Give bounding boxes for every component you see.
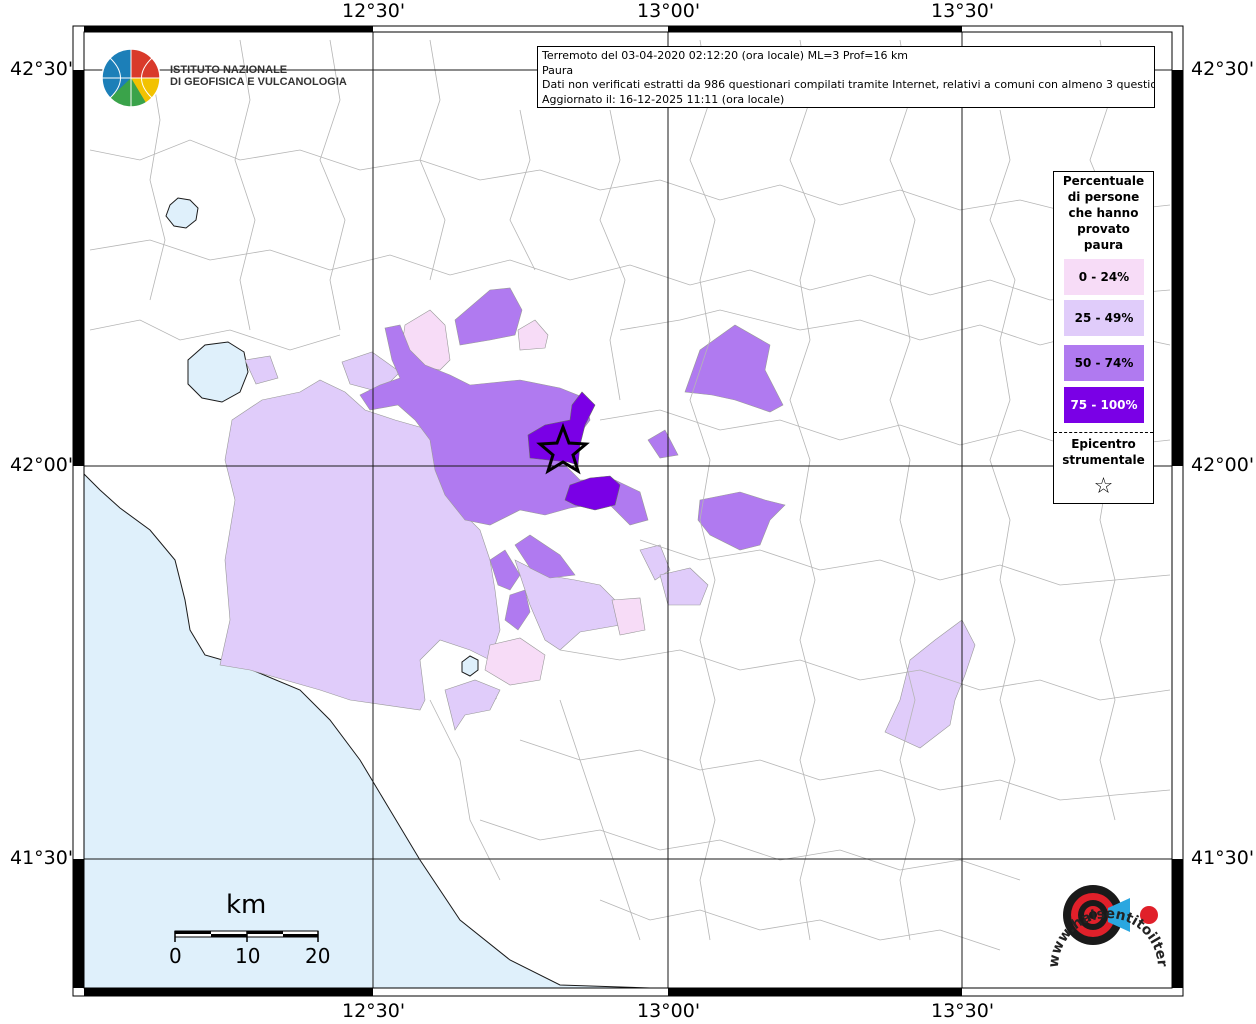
scale-label-0: 0 <box>169 944 182 968</box>
scale-unit: km <box>226 890 267 920</box>
haisentito-logo-label: www.haisentitoilterremoto.it <box>1040 868 1170 969</box>
tick-bottom-1230: 12°30' <box>342 1000 406 1022</box>
event-info-box: Terremoto del 03-04-2020 02:12:20 (ora l… <box>537 46 1155 108</box>
haisentito-logo-text: www.haisentitoilterremoto.it <box>1040 868 1170 969</box>
svg-text:www.haisentitoilterremoto.it: www.haisentitoilterremoto.it <box>1040 868 1170 969</box>
tick-right-4130: 41°30' <box>1191 847 1255 869</box>
tick-right-4230: 42°30' <box>1191 58 1255 80</box>
legend-star-icon: ☆ <box>1093 474 1114 499</box>
legend-divider <box>1054 432 1153 433</box>
tick-left-4230: 42°30' <box>10 58 74 80</box>
tick-top-1330: 13°30' <box>931 0 995 22</box>
scale-label-10: 10 <box>235 944 261 968</box>
legend-title: Percentuale di persone che hanno provato… <box>1062 174 1145 252</box>
tick-top-1230: 12°30' <box>342 0 406 22</box>
event-info-parameter: Paura <box>542 63 574 77</box>
legend-swatch-75-100: 75 - 100% <box>1064 387 1144 423</box>
tick-left-4130: 41°30' <box>10 847 74 869</box>
event-info-line: Terremoto del 03-04-2020 02:12:20 (ora l… <box>542 49 909 62</box>
ingv-logo-icon <box>101 48 161 108</box>
ingv-logo-text: ISTITUTO NAZIONALE DI GEOFISICA E VULCAN… <box>170 64 347 88</box>
legend-swatch-0-24: 0 - 24% <box>1064 259 1144 295</box>
scale-label-20: 20 <box>305 944 331 968</box>
event-info-updated: Aggiornato il: 16-12-2025 11:11 (ora loc… <box>542 92 785 106</box>
tick-bottom-1300: 13°00' <box>637 1000 701 1022</box>
tick-top-1300: 13°00' <box>637 0 701 22</box>
tick-right-4200: 42°00' <box>1191 454 1255 476</box>
tick-bottom-1330: 13°30' <box>931 1000 995 1022</box>
legend: Percentuale di persone che hanno provato… <box>1053 171 1154 504</box>
legend-epicenter-label: Epicentro strumentale <box>1062 437 1145 467</box>
tick-left-4200: 42°00' <box>10 454 74 476</box>
legend-swatch-50-74: 50 - 74% <box>1064 345 1144 381</box>
legend-swatch-25-49: 25 - 49% <box>1064 300 1144 336</box>
event-info-source: Dati non verificati estratti da 986 ques… <box>542 78 1155 91</box>
